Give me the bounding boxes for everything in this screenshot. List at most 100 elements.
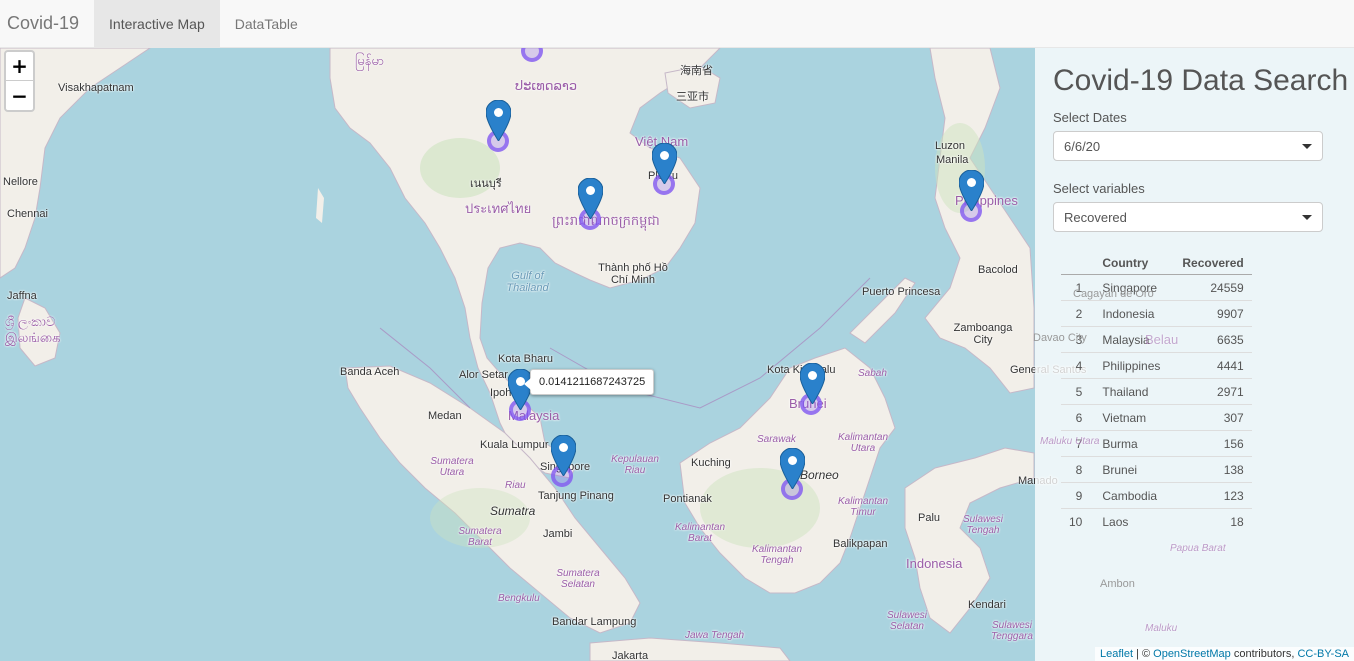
label-sri-lanka: ශ්‍රී ලංකාව இலங்கை xyxy=(5,314,61,345)
label-riau: Riau xyxy=(505,480,526,491)
label-palu: Palu xyxy=(918,512,941,524)
label-bacolod: Bacolod xyxy=(978,264,1018,276)
label-hainan: 海南省 xyxy=(680,65,713,77)
row-country: Indonesia xyxy=(1094,300,1175,327)
label-jakarta: Jakarta xyxy=(612,650,649,661)
table-row: 6 Vietnam 307 xyxy=(1061,404,1252,431)
label-hochiminh: Thành phố Hồ Chí Minh xyxy=(598,262,668,286)
row-index: 4 xyxy=(1061,352,1095,379)
row-country: Cambodia xyxy=(1094,482,1175,509)
map-pin-icon[interactable] xyxy=(800,363,825,404)
tab-interactive-map[interactable]: Interactive Map xyxy=(94,0,220,47)
row-index: 5 xyxy=(1061,378,1095,405)
panel-title: Covid-19 Data Search xyxy=(1053,64,1349,97)
leaflet-link[interactable]: Leaflet xyxy=(1100,648,1133,660)
label-bangkok: เนนบุรี xyxy=(470,178,502,190)
map-pin-icon[interactable] xyxy=(551,435,576,476)
navbar: Covid-19 Interactive Map DataTable xyxy=(0,0,1354,48)
label-nellore: Nellore xyxy=(3,176,38,188)
app-brand[interactable]: Covid-19 xyxy=(0,0,94,47)
map-pin-icon[interactable] xyxy=(578,178,603,219)
label-manila: Manila xyxy=(936,154,969,166)
row-country: Laos xyxy=(1094,508,1175,535)
map-pin-icon[interactable] xyxy=(780,448,805,489)
label-belau: Belau xyxy=(1145,332,1179,347)
zoom-control: + − xyxy=(4,50,35,112)
table-row: 9 Cambodia 123 xyxy=(1061,482,1252,509)
license-link[interactable]: CC-BY-SA xyxy=(1297,648,1349,660)
table-row: 4 Philippines 4441 xyxy=(1061,352,1252,379)
row-index: 2 xyxy=(1061,300,1095,327)
row-country: Philippines xyxy=(1094,352,1175,379)
chevron-down-icon xyxy=(1302,214,1312,220)
table-row: 10 Laos 18 xyxy=(1061,508,1252,535)
table-row: 8 Brunei 138 xyxy=(1061,456,1252,483)
label-cagayan: Cagayan de Oro xyxy=(1073,288,1154,300)
label-jambi: Jambi xyxy=(543,528,573,540)
table-header-index xyxy=(1061,252,1095,275)
label-alor-setar: Alor Setar xyxy=(459,369,508,381)
label-kepulauan-riau: Kepulauan Riau xyxy=(611,454,659,476)
label-kalimantan-timur: Kalimantan Timur xyxy=(838,496,889,518)
label-sumatera-selatan: Sumatera Selatan xyxy=(556,568,600,590)
label-jaffna: Jaffna xyxy=(7,290,37,302)
map-pin-icon[interactable] xyxy=(652,143,677,184)
dates-select-value: 6/6/20 xyxy=(1064,138,1101,154)
row-index: 9 xyxy=(1061,482,1095,509)
table-header-country[interactable]: Country xyxy=(1094,252,1175,275)
row-recovered: 307 xyxy=(1174,404,1252,431)
label-jawa-tengah: Jawa Tengah xyxy=(685,630,745,641)
label-maluku-utara: Maluku Utara xyxy=(1040,436,1100,447)
row-recovered: 156 xyxy=(1174,430,1252,457)
row-recovered: 2971 xyxy=(1174,378,1252,405)
label-kalimantan-utara: Kalimantan Utara xyxy=(838,432,889,454)
label-luzon: Luzon xyxy=(935,140,965,152)
table-header-row: Country Recovered xyxy=(1061,252,1252,275)
tab-datatable[interactable]: DataTable xyxy=(220,0,313,47)
row-country: Thailand xyxy=(1094,378,1175,405)
label-kuala-lumpur: Kuala Lumpur xyxy=(480,439,549,451)
row-recovered: 4441 xyxy=(1174,352,1252,379)
label-puerto-princesa: Puerto Princesa xyxy=(862,286,941,298)
label-thailand: ประเทศไทย xyxy=(465,201,532,216)
row-index: 6 xyxy=(1061,404,1095,431)
label-kuching: Kuching xyxy=(691,457,731,469)
zoom-out-button[interactable]: − xyxy=(6,81,33,110)
label-bengkulu: Bengkulu xyxy=(498,593,540,604)
row-recovered: 138 xyxy=(1174,456,1252,483)
row-recovered: 24559 xyxy=(1174,274,1252,301)
row-recovered: 123 xyxy=(1174,482,1252,509)
label-myanmar: မြန်မာ xyxy=(355,53,385,68)
label-laos: ປະເທດລາວ xyxy=(515,78,578,93)
dates-select[interactable]: 6/6/20 xyxy=(1053,131,1323,161)
table-row: 2 Indonesia 9907 xyxy=(1061,300,1252,327)
row-index: 10 xyxy=(1061,508,1095,535)
map-pin-icon[interactable] xyxy=(959,170,984,211)
label-medan: Medan xyxy=(428,410,462,422)
row-index: 8 xyxy=(1061,456,1095,483)
zoom-in-button[interactable]: + xyxy=(6,52,33,81)
label-kendari: Kendari xyxy=(968,599,1006,611)
row-country: Burma xyxy=(1094,430,1175,457)
attribution-separator: | © xyxy=(1133,648,1154,660)
dates-label: Select Dates xyxy=(1053,110,1127,125)
label-ambon: Ambon xyxy=(1100,578,1135,590)
openstreetmap-link[interactable]: OpenStreetMap xyxy=(1153,648,1231,660)
label-sulawesi-selatan: Sulawesi Selatan xyxy=(886,610,928,632)
map-pin-icon[interactable] xyxy=(486,100,511,141)
label-sumatera-utara: Sumatera Utara xyxy=(430,456,474,478)
variables-select[interactable]: Recovered xyxy=(1053,202,1323,232)
attribution-contributors: contributors, xyxy=(1230,648,1298,660)
table-header-recovered[interactable]: Recovered xyxy=(1174,252,1252,275)
label-sulawesi-tengah: Sulawesi Tengah xyxy=(962,514,1004,536)
row-recovered: 9907 xyxy=(1174,300,1252,327)
marker-tooltip: 0.0141211687243725 xyxy=(523,369,655,395)
label-gulf-thailand: Gulf of Thailand xyxy=(506,270,549,294)
label-chennai: Chennai xyxy=(7,208,48,220)
label-indonesia: Indonesia xyxy=(906,556,963,571)
label-sanya: 三亚市 xyxy=(676,91,709,103)
label-borneo: Borneo xyxy=(800,468,839,482)
label-davao: Davao City xyxy=(1033,332,1087,344)
row-recovered: 18 xyxy=(1174,508,1252,535)
label-balikpapan: Balikpapan xyxy=(833,538,888,550)
